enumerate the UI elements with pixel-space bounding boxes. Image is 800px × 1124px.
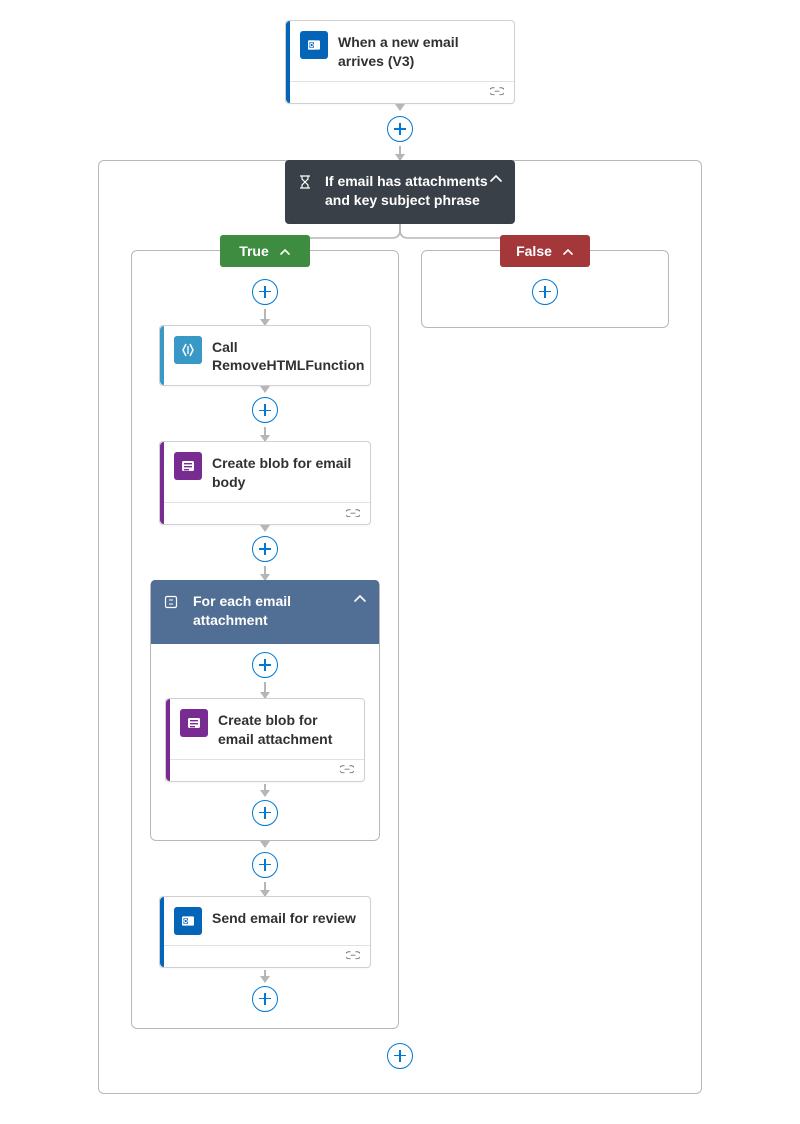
arrow-down-icon — [264, 309, 266, 325]
connector — [387, 104, 413, 160]
chevron-up-icon[interactable] — [353, 592, 367, 606]
card-footer — [160, 502, 370, 524]
step-title: Call RemoveHTMLFunction — [212, 336, 364, 376]
arrow-down-icon — [264, 682, 266, 698]
blob-icon — [174, 452, 202, 480]
false-branch-box: False — [421, 250, 669, 328]
step-title: Send email for review — [212, 907, 358, 928]
add-step-button[interactable] — [387, 116, 413, 142]
arrow-down-icon — [264, 427, 266, 441]
link-icon — [340, 765, 354, 775]
function-icon — [174, 336, 202, 364]
loop-icon — [163, 594, 179, 610]
link-icon — [346, 509, 360, 519]
add-step-button[interactable] — [252, 397, 278, 423]
add-step-button[interactable] — [387, 1043, 413, 1069]
arrow-down-icon — [264, 882, 266, 896]
create-blob-body-card[interactable]: Create blob for email body — [159, 441, 371, 525]
foreach-header[interactable]: For each email attachment — [151, 580, 379, 644]
add-step-button[interactable] — [252, 800, 278, 826]
add-step-button[interactable] — [252, 986, 278, 1012]
foreach-container: For each email attachment Create — [150, 580, 380, 841]
card-footer — [166, 759, 364, 781]
arrow-down-icon — [264, 784, 266, 796]
branches: True Call RemoveHTMLFunction — [120, 250, 680, 1029]
true-branch-box: True Call RemoveHTMLFunction — [131, 250, 399, 1029]
arrow-down-icon — [399, 104, 401, 110]
card-header: Send email for review — [160, 897, 370, 945]
link-icon — [346, 951, 360, 961]
card-header: Create blob for email attachment — [166, 699, 364, 759]
chevron-up-icon — [562, 245, 574, 257]
false-label-text: False — [516, 243, 552, 259]
condition-container: If email has attachments and key subject… — [98, 160, 702, 1094]
trigger-title: When a new email arrives (V3) — [338, 31, 502, 71]
add-step-button[interactable] — [252, 852, 278, 878]
condition-icon — [297, 174, 313, 190]
add-step-button[interactable] — [252, 652, 278, 678]
connector — [252, 386, 278, 441]
create-blob-attachment-card[interactable]: Create blob for email attachment — [165, 698, 365, 782]
arrow-down-icon — [264, 386, 266, 392]
arrow-down-icon — [264, 970, 266, 982]
arrow-down-icon — [399, 146, 401, 160]
outlook-icon — [300, 31, 328, 59]
link-icon — [490, 87, 504, 97]
foreach-title: For each email attachment — [193, 592, 365, 630]
card-footer — [160, 945, 370, 967]
true-branch-label[interactable]: True — [220, 235, 310, 267]
send-email-card[interactable]: Send email for review — [159, 896, 371, 968]
branches-wrap: True Call RemoveHTMLFunction — [120, 250, 680, 1029]
true-label-text: True — [239, 243, 269, 259]
arrow-down-icon — [264, 566, 266, 580]
chevron-up-icon[interactable] — [489, 172, 503, 186]
chevron-up-icon — [279, 245, 291, 257]
condition-title: If email has attachments and key subject… — [325, 172, 501, 210]
add-step-button[interactable] — [252, 536, 278, 562]
trigger-card[interactable]: When a new email arrives (V3) — [285, 20, 515, 104]
outlook-icon — [174, 907, 202, 935]
add-step-button[interactable] — [532, 279, 558, 305]
arrow-down-icon — [264, 525, 266, 531]
connector — [252, 841, 278, 896]
false-branch-label[interactable]: False — [500, 235, 590, 267]
card-header: When a new email arrives (V3) — [286, 21, 514, 81]
step-title: Create blob for email body — [212, 452, 358, 492]
connector — [252, 525, 278, 580]
arrow-down-icon — [264, 841, 266, 847]
condition-card[interactable]: If email has attachments and key subject… — [285, 160, 515, 224]
card-header: Create blob for email body — [160, 442, 370, 502]
blob-icon — [180, 709, 208, 737]
add-step-button[interactable] — [252, 279, 278, 305]
call-function-card[interactable]: Call RemoveHTMLFunction — [159, 325, 371, 387]
step-title: Create blob for email attachment — [218, 709, 352, 749]
card-footer — [286, 81, 514, 103]
card-header: Call RemoveHTMLFunction — [160, 326, 370, 386]
